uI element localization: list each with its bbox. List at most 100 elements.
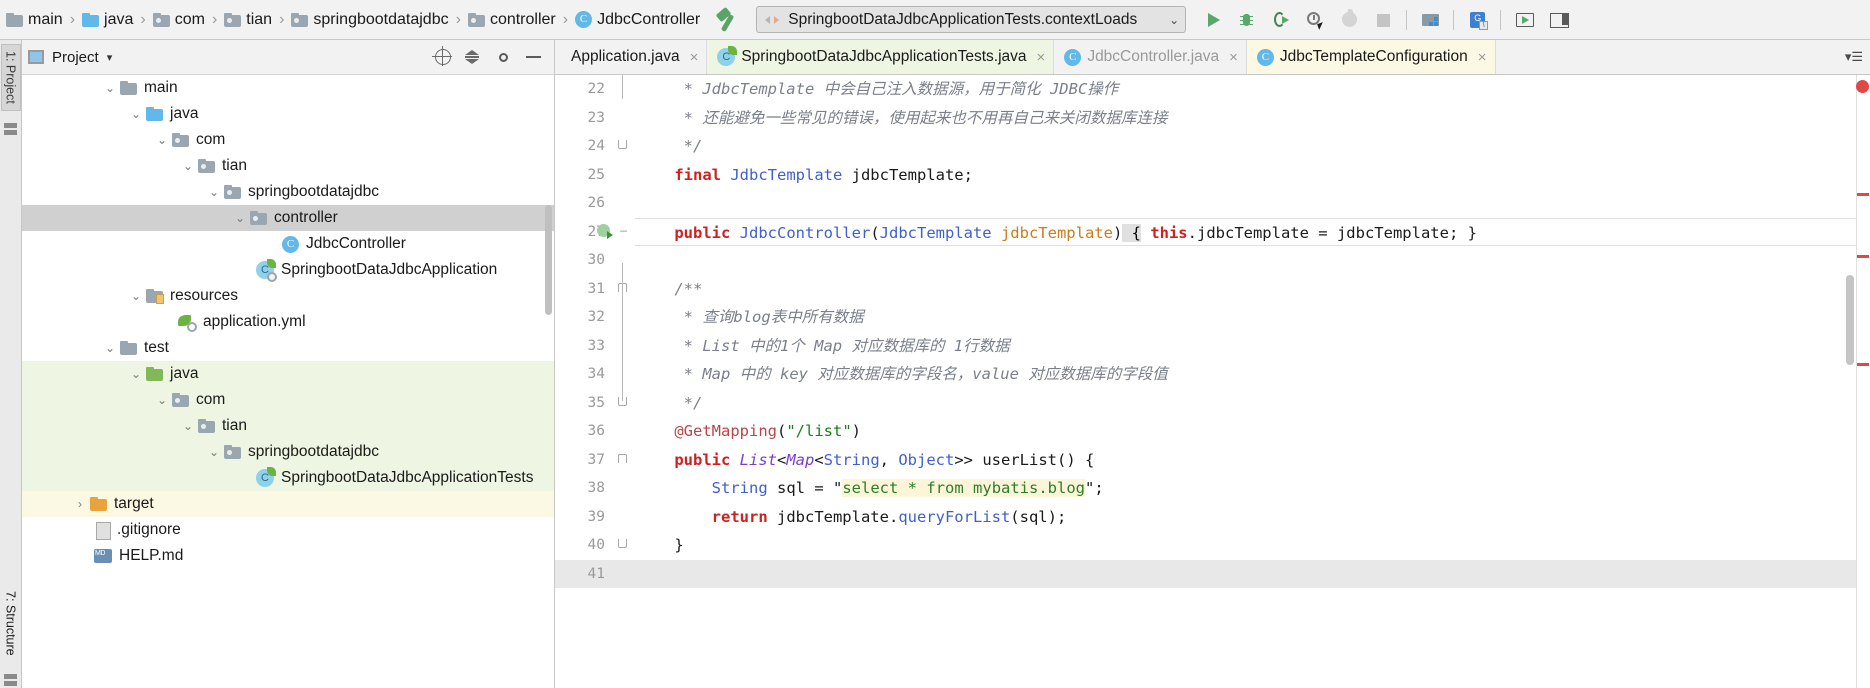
code-line: * Map 中的 key 对应数据库的字段名，value 对应数据库的字段值 <box>637 365 1168 383</box>
editor-gutter[interactable]: 22 23 24 25 26 27 ─ 30 31 32 33 34 35 <box>555 75 635 688</box>
translate-button[interactable]: G \ <box>1462 5 1492 35</box>
attach-button[interactable] <box>1334 5 1364 35</box>
select-opened-file-button[interactable] <box>428 42 458 72</box>
code-line-current <box>635 559 1870 588</box>
java-class-icon: C <box>1256 48 1274 66</box>
tree-item-com-main[interactable]: ⌄ com <box>22 127 554 153</box>
code-text[interactable]: * JdbcTemplate 中会自己注入数据源，用于简化 JDBC操作 * 还… <box>635 75 1870 688</box>
close-icon[interactable]: × <box>1037 49 1046 66</box>
tree-item-controller[interactable]: ⌄ controller <box>22 205 554 231</box>
code-line: */ <box>637 393 703 412</box>
close-icon[interactable]: × <box>1478 49 1487 66</box>
breadcrumb-item-tian[interactable]: tian <box>222 0 274 39</box>
fold-collapsed-icon[interactable]: ─ <box>617 225 630 239</box>
chevron-down-icon[interactable]: ⌄ <box>100 81 120 95</box>
error-marker-bar[interactable] <box>1856 75 1870 688</box>
tree-item-springbootdatajdbcapplication[interactable]: C SpringbootDataJdbcApplication <box>22 257 554 283</box>
tree-item-java-test[interactable]: ⌄ java <box>22 361 554 387</box>
chevron-down-icon[interactable]: ⌄ <box>204 445 224 459</box>
grid-icon[interactable] <box>3 122 19 137</box>
run-with-coverage-button[interactable] <box>1266 5 1296 35</box>
error-marker[interactable] <box>1857 255 1869 258</box>
breadcrumb-item-controller[interactable]: controller <box>466 0 558 39</box>
tab-springbootdatajdbcapplicationtests-java[interactable]: C SpringbootDataJdbcApplicationTests.jav… <box>707 40 1055 74</box>
gutter-line: 30 <box>555 246 635 275</box>
breadcrumb-label: springbootdatajdbc <box>313 10 449 28</box>
collapse-all-button[interactable] <box>458 42 488 72</box>
hide-button[interactable] <box>518 42 548 72</box>
stack-button[interactable] <box>1415 5 1445 35</box>
error-badge[interactable] <box>1856 80 1869 93</box>
tree-item-label: controller <box>274 209 338 226</box>
grid-icon-bottom[interactable] <box>3 674 19 688</box>
tree-item-main[interactable]: ⌄ main <box>22 75 554 101</box>
chevron-down-icon[interactable]: ⌄ <box>126 289 146 303</box>
breadcrumb-item-com[interactable]: com <box>151 0 207 39</box>
breadcrumb-item-jdbccontroller[interactable]: C JdbcController <box>573 0 702 39</box>
hammer-icon[interactable] <box>715 6 742 34</box>
tab-application-java[interactable]: Application.java × <box>555 40 708 74</box>
editor-vertical-scrollbar[interactable] <box>1846 275 1854 365</box>
screen-button[interactable] <box>1509 5 1539 35</box>
breadcrumb: main › java › com › tian › springbootdat… <box>4 0 702 39</box>
error-marker[interactable] <box>1857 193 1869 196</box>
chevron-down-icon[interactable]: ⌄ <box>100 341 120 355</box>
tree-item-springbootdatajdbc-main[interactable]: ⌄ springbootdatajdbc <box>22 179 554 205</box>
tree-item-label: HELP.md <box>119 547 184 564</box>
folder-blue-icon <box>146 107 163 121</box>
debug-button[interactable] <box>1232 5 1262 35</box>
package-icon <box>291 12 309 27</box>
chevron-down-icon[interactable]: ⌄ <box>152 133 172 147</box>
chevron-down-icon[interactable]: ⌄ <box>126 367 146 381</box>
project-scrollbar[interactable] <box>545 205 552 315</box>
tab-list-icon[interactable]: ▾☰ <box>1842 49 1866 65</box>
run-gutter-icon[interactable] <box>597 223 613 239</box>
tree-item-target[interactable]: › target <box>22 491 554 517</box>
tool-window-structure[interactable]: 7: Structure <box>2 585 20 662</box>
tab-jdbctemplateconfiguration[interactable]: C JdbcTemplateConfiguration × <box>1246 40 1496 74</box>
chevron-down-icon[interactable]: ⌄ <box>126 107 146 121</box>
breadcrumb-item-main[interactable]: main <box>4 0 65 39</box>
code-editor[interactable]: 22 23 24 25 26 27 ─ 30 31 32 33 34 35 <box>555 75 1870 688</box>
tree-item-springbootdatajdbcapplicationtests[interactable]: C SpringbootDataJdbcApplicationTests <box>22 465 554 491</box>
breadcrumb-item-java[interactable]: java <box>80 0 135 39</box>
chevron-down-icon[interactable]: ⌄ <box>152 393 172 407</box>
close-icon[interactable]: × <box>1229 49 1238 66</box>
profile-button[interactable] <box>1300 5 1330 35</box>
chevron-down-icon[interactable]: ⌄ <box>230 211 250 225</box>
chevron-right-icon[interactable]: › <box>70 497 90 511</box>
chevron-down-icon[interactable]: ⌄ <box>178 159 198 173</box>
tree-item-test[interactable]: ⌄ test <box>22 335 554 361</box>
project-title-label: Project <box>52 48 99 66</box>
error-marker[interactable] <box>1857 363 1869 366</box>
project-title-dropdown[interactable]: Project ▾ <box>28 49 112 66</box>
tool-window-project[interactable]: 1: Project <box>0 44 21 111</box>
code-line-sql: String sql = "select * from mybatis.blog… <box>711 479 1104 497</box>
breadcrumb-item-springbootdatajdbc[interactable]: springbootdatajdbc <box>289 0 450 39</box>
run-configuration-selector[interactable]: SpringbootDataJdbcApplicationTests.conte… <box>756 6 1187 33</box>
close-icon[interactable]: × <box>690 49 699 66</box>
tree-item-resources[interactable]: ⌄ resources <box>22 283 554 309</box>
chevron-down-icon[interactable]: ⌄ <box>178 419 198 433</box>
tree-item-gitignore[interactable]: .gitignore <box>22 517 554 543</box>
tree-item-jdbccontroller[interactable]: C JdbcController <box>22 231 554 257</box>
tree-item-tian-main[interactable]: ⌄ tian <box>22 153 554 179</box>
stop-button[interactable] <box>1368 5 1398 35</box>
gutter-line-run[interactable]: 27 ─ <box>555 218 635 247</box>
tab-jdbccontroller-java[interactable]: C JdbcController.java × <box>1054 40 1247 74</box>
run-button[interactable] <box>1198 5 1228 35</box>
gutter-line: 31 <box>555 275 635 304</box>
gutter-line: 37 <box>555 446 635 475</box>
settings-button[interactable] <box>488 42 518 72</box>
tree-item-java-main[interactable]: ⌄ java <box>22 101 554 127</box>
line-number: 40 <box>587 537 605 554</box>
tree-item-application-yml[interactable]: application.yml <box>22 309 554 335</box>
layout-button[interactable] <box>1543 5 1573 35</box>
tree-item-tian-test[interactable]: ⌄ tian <box>22 413 554 439</box>
java-class-icon: C <box>256 467 276 487</box>
tree-item-help-md[interactable]: HELP.md <box>22 543 554 569</box>
tree-item-springbootdatajdbc-test[interactable]: ⌄ springbootdatajdbc <box>22 439 554 465</box>
tree-item-label: SpringbootDataJdbcApplicationTests <box>281 469 534 486</box>
chevron-down-icon[interactable]: ⌄ <box>204 185 224 199</box>
tree-item-com-test[interactable]: ⌄ com <box>22 387 554 413</box>
